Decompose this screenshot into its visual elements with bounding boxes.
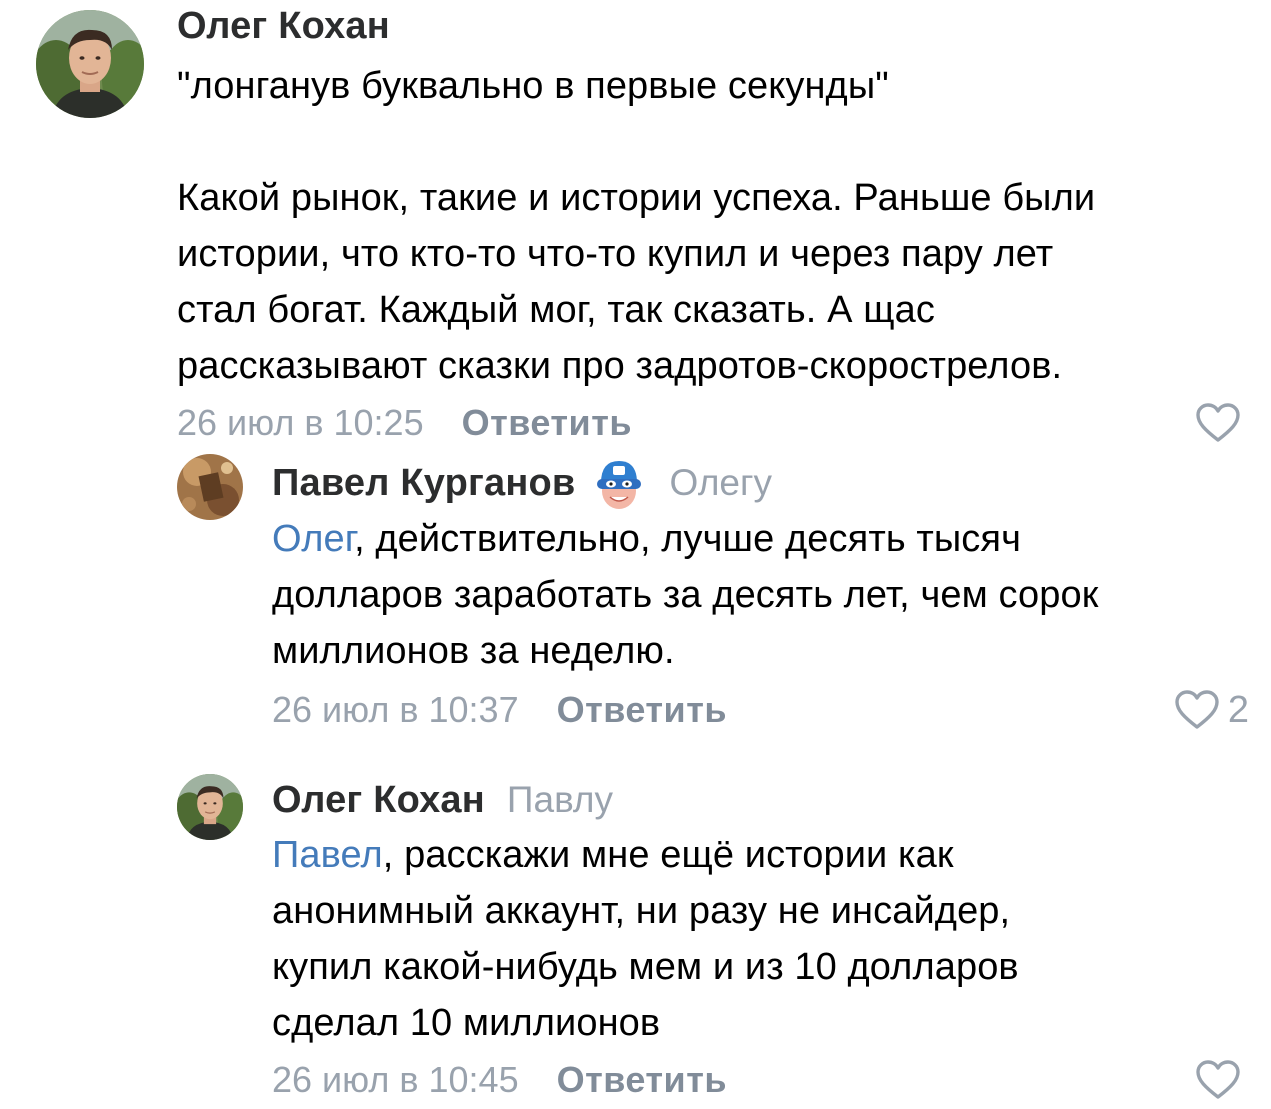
text-line: сделал 10 миллионов: [272, 1002, 661, 1044]
comment-date[interactable]: 26 июл в 10:25: [177, 402, 424, 444]
author-name[interactable]: Олег Кохан: [272, 779, 485, 822]
avatar-pavel-kurganov[interactable]: [177, 454, 243, 520]
mention-link[interactable]: Павел: [272, 834, 383, 876]
comment-text: Олег, действительно, лучше десять тысяч …: [272, 511, 1247, 679]
comment-body: Олег Кохан Павлу Павел, расскажи мне ещё…: [272, 773, 1247, 1105]
text-line: Олег, действительно, лучше десять тысяч: [272, 511, 1247, 567]
like-button[interactable]: [1195, 398, 1249, 448]
text-line: анонимный аккаунт, ни разу не инсайдер,: [272, 890, 1011, 932]
heart-outline-icon: [1195, 1059, 1241, 1101]
avatar-photo: [36, 10, 144, 118]
text-line: Павел, расскажи мне ещё истории как: [272, 827, 1247, 883]
avatar-photo: [177, 454, 243, 520]
text-blank-line: [177, 114, 1247, 170]
comment-footer: 26 июл в 10:45 Ответить: [272, 1055, 1247, 1105]
reply-to-name[interactable]: Олегу: [669, 462, 772, 504]
author-name[interactable]: Павел Курганов: [272, 462, 575, 505]
text-line: рассказывают сказки про задротов-скорост…: [177, 345, 1063, 387]
like-count: 2: [1227, 688, 1249, 731]
comment-text: "лонганув буквально в первые секунды" Ка…: [177, 58, 1247, 394]
avatar-oleg-kokhan[interactable]: [36, 10, 144, 118]
comment-header: Олег Кохан Павлу: [272, 773, 1247, 827]
text-line: Какой рынок, такие и истории успеха. Ран…: [177, 177, 1096, 219]
like-button[interactable]: 2: [1174, 685, 1249, 735]
reply-to-name[interactable]: Павлу: [507, 779, 613, 821]
author-name[interactable]: Олег Кохан: [177, 5, 390, 48]
comment-date[interactable]: 26 июл в 10:45: [272, 1059, 519, 1101]
comment-date[interactable]: 26 июл в 10:37: [272, 689, 519, 731]
text-line: "лонганув буквально в первые секунды": [177, 65, 889, 107]
reply-button[interactable]: Ответить: [557, 1059, 727, 1101]
text-line: купил какой-нибудь мем и из 10 долларов: [272, 946, 1019, 988]
avatar-oleg-kokhan[interactable]: [177, 774, 243, 840]
heart-outline-icon: [1174, 689, 1220, 731]
text-line-rest: , расскажи мне ещё истории как: [382, 834, 954, 876]
avatar-photo: [177, 774, 243, 840]
heart-outline-icon: [1195, 402, 1241, 444]
comment-header: Павел Курганов Олегу: [272, 455, 1247, 511]
comment-footer: 26 июл в 10:25 Ответить: [177, 398, 1247, 448]
comment-header: Олег Кохан: [177, 2, 1247, 50]
text-line: истории, что кто-то что-то купил и через…: [177, 233, 1054, 275]
reply-button[interactable]: Ответить: [462, 402, 632, 444]
like-button[interactable]: [1195, 1055, 1249, 1105]
text-line: долларов заработать за десять лет, чем с…: [272, 574, 1099, 616]
text-line-rest: , действительно, лучше десять тысяч: [354, 518, 1021, 560]
masked-hero-badge-icon[interactable]: [591, 455, 647, 511]
reply-button[interactable]: Ответить: [557, 689, 727, 731]
comment-body: Олег Кохан "лонганув буквально в первые …: [177, 2, 1247, 448]
text-line: миллионов за неделю.: [272, 630, 675, 672]
comment-body: Павел Курганов Олегу Олег, действительно…: [272, 455, 1249, 735]
comment-text: Павел, расскажи мне ещё истории как анон…: [272, 827, 1247, 1051]
mention-link[interactable]: Олег: [272, 518, 354, 560]
text-line: стал богат. Каждый мог, так сказать. А щ…: [177, 289, 935, 331]
comment-footer: 26 июл в 10:37 Ответить 2: [272, 685, 1249, 735]
